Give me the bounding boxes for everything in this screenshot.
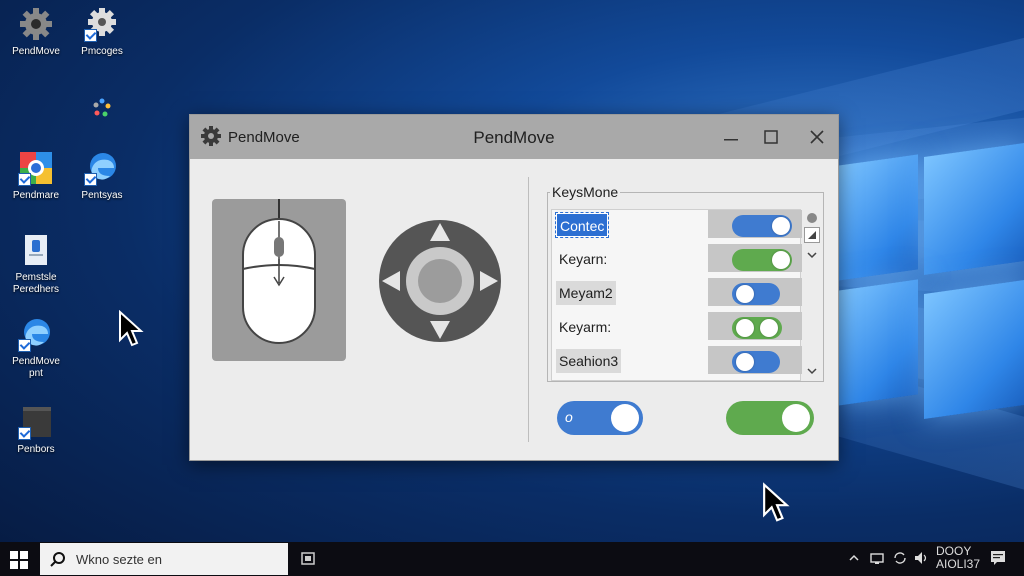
task-view-icon[interactable] — [300, 551, 318, 567]
chevron-down-icon[interactable] — [806, 363, 818, 375]
toggle-switch[interactable] — [732, 215, 792, 237]
desktop-icon-label: Penbors — [17, 444, 55, 455]
toggle-switch-large-left[interactable]: o — [557, 401, 643, 435]
row-label: Keyarm: — [559, 319, 612, 335]
windows-logo-wallpaper — [838, 142, 1024, 420]
toggle-switch[interactable] — [732, 351, 780, 373]
desktop-icon-pendmare[interactable]: Pendmare — [4, 150, 68, 202]
panel-divider — [528, 177, 529, 442]
chevron-up-icon[interactable] — [848, 552, 860, 566]
toggle-container — [708, 346, 802, 374]
direction-pad[interactable] — [378, 219, 502, 343]
desktop-icon-label: Pmcoges — [81, 46, 123, 57]
toggle-switch-large-right[interactable] — [726, 401, 814, 435]
desktop-icon-label: PendMove — [12, 46, 60, 57]
list-scrollbar[interactable] — [802, 209, 822, 381]
mouse-cursor-icon — [763, 482, 790, 522]
list-item[interactable]: Seahion3 — [552, 346, 802, 376]
pendmove-window[interactable]: PendMove PendMove KeysMone Contec Keyarn… — [189, 114, 839, 461]
checkbox-overlay-icon — [18, 339, 31, 352]
document-icon — [18, 232, 54, 268]
desktop-icon-pmcoges[interactable]: Pmcoges — [70, 6, 134, 58]
search-placeholder: Wkno sezte en — [76, 552, 162, 567]
gear-icon — [18, 6, 54, 42]
speaker-icon[interactable] — [914, 551, 930, 568]
chrome-icon — [18, 150, 54, 186]
keysmone-group: KeysMone Contec Keyarn: Meyam2 Keyarm: S… — [547, 184, 824, 382]
network-icon[interactable] — [870, 551, 884, 568]
list-item[interactable]: Keyarn: — [552, 244, 802, 274]
toggle-container — [708, 244, 802, 272]
chevron-down-icon[interactable] — [806, 247, 818, 259]
list-item[interactable]: Contec — [552, 210, 802, 240]
clock-line-2: AIOLI37 — [936, 557, 981, 571]
toggle-label: o — [565, 409, 573, 425]
search-box[interactable]: Wkno sezte en — [40, 543, 288, 575]
toggle-switch[interactable] — [732, 249, 792, 271]
toggle-container — [708, 278, 802, 306]
arrow-up-button[interactable] — [425, 219, 455, 245]
desktop-icon-pendmove-pnt[interactable]: PendMove pnt — [4, 316, 68, 380]
row-label: Seahion3 — [556, 349, 622, 373]
edge-icon — [18, 316, 54, 352]
desktop-icon-pendmove[interactable]: PendMove — [4, 6, 68, 58]
checkbox-overlay-icon — [84, 173, 97, 186]
scroll-up-button[interactable] — [804, 227, 820, 243]
desktop-icon-label: Pendmare — [12, 190, 60, 201]
row-label: Contec — [554, 212, 610, 238]
search-icon — [50, 551, 66, 567]
toggle-container — [708, 312, 802, 340]
mouse-cursor-icon — [119, 310, 144, 347]
mouse-icon — [242, 199, 316, 344]
title-bar[interactable]: PendMove PendMove — [190, 115, 838, 159]
row-label: Meyam2 — [556, 281, 616, 305]
desktop-spinner-icon — [72, 96, 132, 124]
desktop-icon-pemstsle[interactable]: Pemstsle Peredhers — [4, 232, 68, 296]
checkbox-overlay-icon — [18, 173, 31, 186]
maximize-button[interactable] — [756, 123, 786, 151]
scroll-thumb[interactable] — [807, 213, 817, 223]
system-clock[interactable]: DOOY AIOLI37 — [936, 545, 980, 571]
desktop-icon-penbors[interactable]: Penbors — [4, 404, 68, 456]
close-button[interactable] — [802, 123, 832, 151]
list-item[interactable]: Keyarm: — [552, 312, 802, 342]
checkbox-overlay-icon — [84, 29, 97, 42]
taskbar: Wkno sezte en DOOY AIOLI37 — [0, 542, 1024, 576]
desktop-icon-label: PendMove pnt — [12, 356, 60, 379]
group-label: KeysMone — [550, 184, 621, 200]
toggle-switch[interactable] — [732, 317, 782, 339]
list-item[interactable]: Meyam2 — [552, 278, 802, 308]
notepad-icon — [18, 404, 54, 440]
toggle-container — [708, 210, 802, 238]
minimize-button[interactable] — [716, 123, 746, 151]
desktop-icon-label: Pentsyas — [81, 190, 123, 201]
row-label: Keyarn: — [559, 251, 608, 267]
arrow-left-button[interactable] — [378, 266, 404, 296]
desktop-icon-label: Pemstsle Peredhers — [12, 272, 60, 295]
sync-icon[interactable] — [892, 551, 908, 568]
arrow-down-button[interactable] — [425, 317, 455, 343]
arrow-right-button[interactable] — [476, 266, 502, 296]
edge-icon — [84, 150, 120, 186]
key-list[interactable]: Contec Keyarn: Meyam2 Keyarm: Seahion3 — [551, 209, 802, 381]
mouse-preview-panel — [212, 199, 346, 361]
notification-icon[interactable] — [990, 550, 1006, 569]
checkbox-overlay-icon — [18, 427, 31, 440]
toggle-switch[interactable] — [732, 283, 780, 305]
desktop-icon-pentsyas[interactable]: Pentsyas — [70, 150, 134, 202]
start-button[interactable] — [10, 551, 28, 569]
gear-icon — [84, 6, 120, 42]
